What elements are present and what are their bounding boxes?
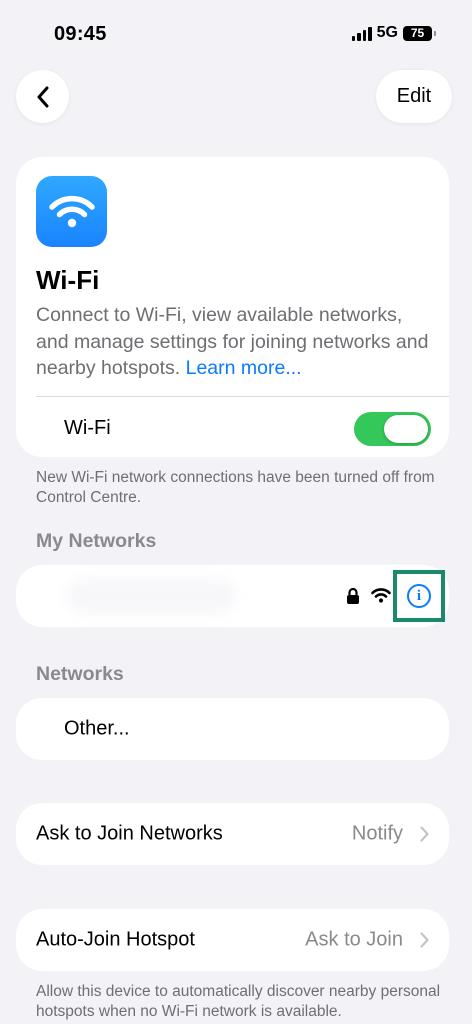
- status-time: 09:45: [54, 23, 107, 45]
- wifi-signal-icon: [371, 588, 391, 603]
- networks-header: Networks: [36, 663, 124, 685]
- battery-level: 75: [410, 25, 425, 40]
- info-button-highlight[interactable]: i: [393, 570, 445, 622]
- lock-icon: [347, 587, 359, 604]
- divider: [36, 396, 449, 397]
- other-network-label: Other...: [64, 717, 130, 740]
- battery-icon: 75: [403, 25, 436, 41]
- ask-to-join-row[interactable]: Ask to Join Networks Notify: [16, 803, 449, 865]
- auto-join-label: Auto-Join Hotspot: [36, 928, 195, 951]
- cellular-signal-icon: [351, 26, 372, 41]
- chevron-right-icon: [420, 826, 429, 842]
- network-type-label: 5G: [376, 24, 398, 41]
- auto-join-footnote: Allow this device to automatically disco…: [36, 983, 441, 1020]
- control-centre-note: New Wi-Fi network connections have been …: [36, 469, 435, 506]
- edit-button[interactable]: Edit: [376, 70, 452, 123]
- ask-to-join-label: Ask to Join Networks: [36, 822, 223, 845]
- my-network-row[interactable]: i: [16, 565, 449, 627]
- status-bar: 09:45 5G 75: [0, 0, 472, 60]
- chevron-right-icon: [420, 932, 429, 948]
- page-title: Wi-Fi: [36, 265, 100, 295]
- wifi-info-card: Wi-Fi Connect to Wi-Fi, view available n…: [16, 157, 449, 457]
- status-indicators: 5G 75: [351, 24, 436, 42]
- toggle-knob: [384, 415, 428, 443]
- chevron-left-icon: [37, 86, 48, 107]
- info-icon[interactable]: i: [407, 584, 431, 608]
- wifi-description: Connect to Wi-Fi, view available network…: [36, 302, 436, 382]
- auto-join-value: Ask to Join: [305, 928, 403, 951]
- network-name-redacted: [66, 579, 236, 613]
- wifi-toggle-label: Wi-Fi: [64, 417, 111, 439]
- back-button[interactable]: [16, 70, 69, 123]
- auto-join-hotspot-row[interactable]: Auto-Join Hotspot Ask to Join: [16, 909, 449, 971]
- other-network-row[interactable]: Other...: [16, 698, 449, 760]
- my-networks-header: My Networks: [36, 530, 157, 552]
- wifi-icon: [48, 195, 95, 227]
- wifi-toggle[interactable]: [354, 412, 431, 446]
- learn-more-link[interactable]: Learn more...: [186, 357, 302, 379]
- wifi-app-icon: [36, 176, 107, 247]
- ask-to-join-value: Notify: [351, 822, 403, 845]
